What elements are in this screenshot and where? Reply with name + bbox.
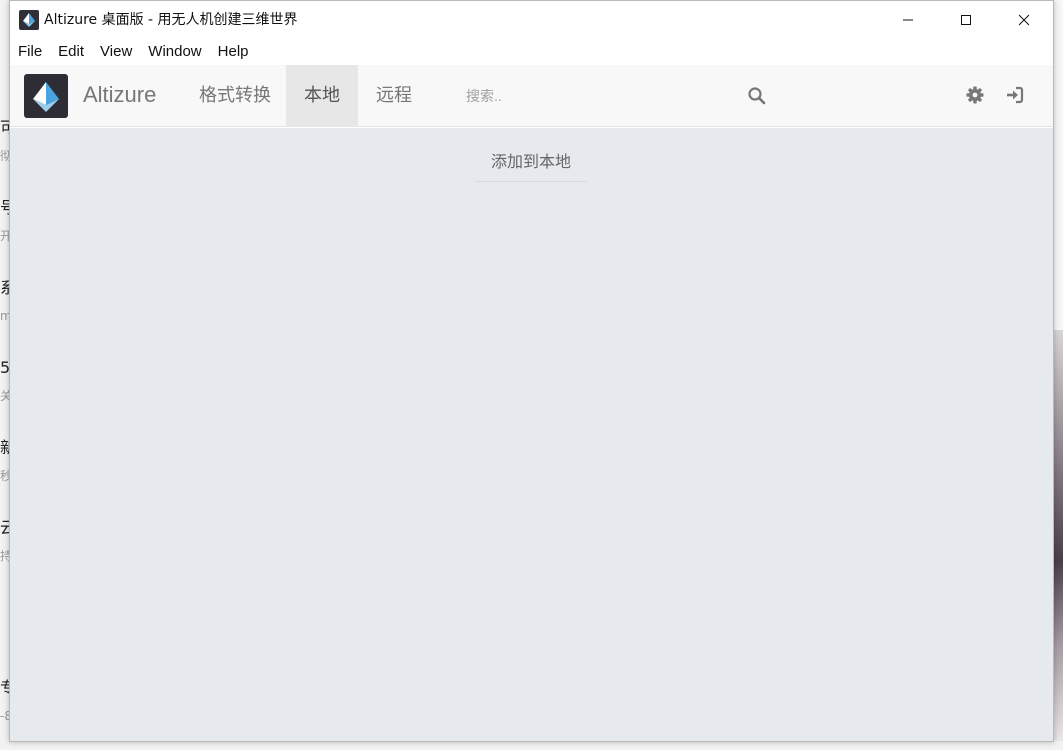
menu-help[interactable]: Help xyxy=(210,39,257,65)
close-icon xyxy=(1018,14,1030,26)
search-icon[interactable] xyxy=(747,86,767,106)
top-navbar: Altizure 格式转换 本地 远程 xyxy=(10,65,1053,127)
close-button[interactable] xyxy=(995,1,1053,39)
background-photo xyxy=(1053,330,1063,750)
sign-in-icon[interactable] xyxy=(1005,85,1025,105)
maximize-icon xyxy=(961,15,971,25)
altizure-logo[interactable] xyxy=(24,74,68,118)
main-content: 添加到本地 xyxy=(10,128,1053,741)
minimize-button[interactable] xyxy=(879,1,937,39)
minimize-icon xyxy=(903,19,913,21)
gear-icon[interactable] xyxy=(965,85,985,105)
menu-file[interactable]: File xyxy=(10,39,50,65)
menu-view[interactable]: View xyxy=(92,39,140,65)
tab-remote[interactable]: 远程 xyxy=(358,65,430,127)
search-box xyxy=(460,79,780,113)
background-bottom-edge xyxy=(0,741,1063,750)
brand-name[interactable]: Altizure xyxy=(83,81,156,109)
app-window: Altizure 桌面版 - 用无人机创建三维世界 File Edit View… xyxy=(9,0,1054,742)
add-to-local-button[interactable]: 添加到本地 xyxy=(475,150,587,182)
altizure-app-icon xyxy=(19,10,39,30)
tab-local[interactable]: 本地 xyxy=(286,65,358,127)
menu-edit[interactable]: Edit xyxy=(50,39,92,65)
window-title: Altizure 桌面版 - 用无人机创建三维世界 xyxy=(44,12,298,28)
menu-bar: File Edit View Window Help xyxy=(10,39,1053,65)
maximize-button[interactable] xyxy=(937,1,995,39)
menu-window[interactable]: Window xyxy=(140,39,209,65)
title-bar[interactable]: Altizure 桌面版 - 用无人机创建三维世界 xyxy=(10,1,1053,39)
background-right-edge xyxy=(1053,0,1063,750)
tab-format-convert[interactable]: 格式转换 xyxy=(185,65,285,127)
search-input[interactable] xyxy=(460,79,740,113)
